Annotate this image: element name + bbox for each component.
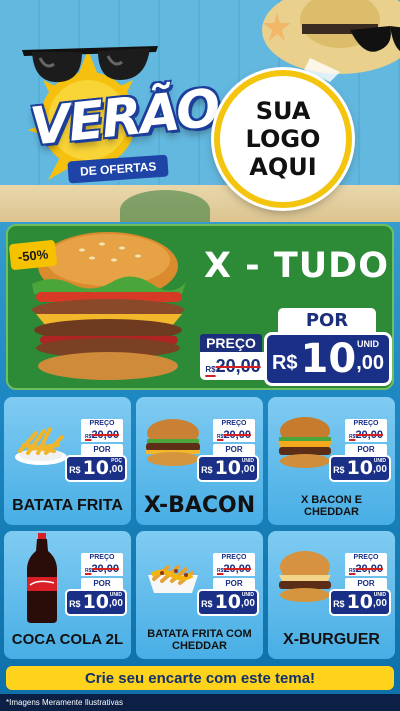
price-box: UNID R$ 10 ,00 (329, 455, 391, 482)
featured-price-dec: ,00 (356, 352, 385, 374)
preco-label: PREÇO (213, 419, 255, 429)
currency: R$ (333, 465, 345, 475)
burger-icon (146, 419, 200, 466)
unid-label: UNID (373, 458, 386, 464)
featured-old-value: 20,00 (215, 356, 261, 376)
cheddar-fries-icon (148, 565, 198, 593)
product-card: PREÇO R$20,00 POR UNID R$ 10 ,00 X-BURGU… (268, 531, 395, 659)
old-price: R$20,00 (213, 429, 255, 442)
header-banner: VERÃO DE OFERTAS SUA LOGO AQUI (0, 0, 400, 222)
featured-old-price: R$20,00 (200, 352, 266, 380)
price-box: UNID R$ 10 ,00 (197, 455, 259, 482)
old-price: R$20,00 (345, 429, 387, 442)
price-dec: ,00 (241, 598, 255, 609)
currency: R$ (201, 599, 213, 609)
price-int: 10 (82, 591, 110, 613)
preco-label: PREÇO (81, 553, 123, 563)
old-price-value: 20,00 (355, 429, 383, 441)
product-card: PREÇO R$20,00 POR UNID R$ 10 ,00 X-BACON (136, 397, 263, 525)
old-price-value: 20,00 (355, 563, 383, 575)
price-int: 10 (214, 457, 242, 479)
logo-line-2: LOGO (245, 124, 321, 153)
currency: R$ (201, 465, 213, 475)
featured-product-name: X - TUDO (204, 246, 389, 286)
preco-label: PREÇO (345, 553, 387, 563)
cta-banner[interactable]: Crie seu encarte com este tema! (6, 666, 394, 690)
unid-label: POÇ (111, 458, 122, 464)
price-int: 10 (346, 457, 374, 479)
soda-bottle-icon (26, 533, 58, 623)
price-int: 10 (346, 591, 374, 613)
product-name: BATATA FRITA COM CHEDDAR (147, 627, 252, 652)
price-dec: ,00 (373, 598, 387, 609)
price-dec: ,00 (109, 598, 123, 609)
por-label: POR (81, 578, 123, 589)
product-card: PREÇO R$20,00 POR UNID R$ 10 ,00 X BACON… (268, 397, 395, 525)
product-name: COCA COLA 2L (11, 630, 124, 648)
palm-leaf-decoration (120, 190, 210, 222)
product-name: X BACON E CHEDDAR (300, 493, 363, 518)
discount-badge: -50% (8, 239, 58, 271)
unid-label: UNID (241, 592, 254, 598)
unid-label: UNID (109, 592, 122, 598)
old-price-value: 20,00 (223, 563, 251, 575)
currency: R$ (333, 599, 345, 609)
product-card: PREÇO R$20,00 POR UNID R$ 10 ,00 BATATA … (136, 531, 263, 659)
por-label: POR (213, 578, 255, 589)
product-name: BATATA FRITA (12, 497, 123, 515)
product-name: X-BACON (143, 492, 256, 518)
preco-label: PREÇO (345, 419, 387, 429)
starfish-icon (263, 13, 291, 41)
product-card: PREÇO R$20,00 POR POÇ R$ 10 ,00 BATATA F… (4, 397, 131, 525)
unid-label: UNID (241, 458, 254, 464)
price-box: UNID R$ 10 ,00 (329, 589, 391, 616)
old-price-value: 20,00 (91, 563, 119, 575)
price-int: 10 (82, 457, 110, 479)
logo-line-3: AQUI (249, 153, 317, 182)
old-price: R$20,00 (213, 563, 255, 576)
product-card: PREÇO R$20,00 POR UNID R$ 10 ,00 COCA CO… (4, 531, 131, 659)
featured-preco-label: PREÇO (200, 334, 262, 352)
featured-currency: R$ (271, 352, 298, 374)
flyer-page: VERÃO DE OFERTAS SUA LOGO AQUI -50% X - … (0, 0, 400, 711)
por-label: POR (345, 578, 387, 589)
price-box: POÇ R$ 10 ,00 (65, 455, 127, 482)
old-price: R$20,00 (81, 429, 123, 442)
product-name: X-BURGUER (283, 631, 380, 649)
old-price-value: 20,00 (91, 429, 119, 441)
old-price-value: 20,00 (223, 429, 251, 441)
burger-icon (279, 551, 331, 602)
sunglasses-icon (22, 46, 158, 83)
featured-por-label: POR (278, 308, 376, 334)
featured-price-box: UNID R$ 10 ,00 (264, 332, 392, 386)
por-label: POR (81, 444, 123, 455)
logo-line-1: SUA (255, 96, 311, 125)
logo-placeholder: SUA LOGO AQUI (214, 70, 352, 208)
unid-label: UNID (373, 592, 386, 598)
price-box: UNID R$ 10 ,00 (65, 589, 127, 616)
preco-label: PREÇO (213, 553, 255, 563)
currency: R$ (69, 465, 81, 475)
preco-label: PREÇO (81, 419, 123, 429)
por-label: POR (213, 444, 255, 455)
footnote: *Imagens Meramente Ilustrativas (0, 694, 400, 711)
por-label: POR (345, 444, 387, 455)
old-price: R$20,00 (345, 563, 387, 576)
featured-unid-label: UNID (357, 339, 379, 349)
price-dec: ,00 (109, 464, 123, 475)
currency: R$ (69, 599, 81, 609)
price-int: 10 (214, 591, 242, 613)
price-box: UNID R$ 10 ,00 (197, 589, 259, 616)
cheddar-burger-icon (278, 417, 332, 468)
featured-price-int: 10 (300, 336, 357, 382)
old-price: R$20,00 (81, 563, 123, 576)
price-dec: ,00 (241, 464, 255, 475)
price-dec: ,00 (373, 464, 387, 475)
featured-old-currency: R$ (205, 365, 216, 374)
fries-icon (15, 427, 67, 465)
